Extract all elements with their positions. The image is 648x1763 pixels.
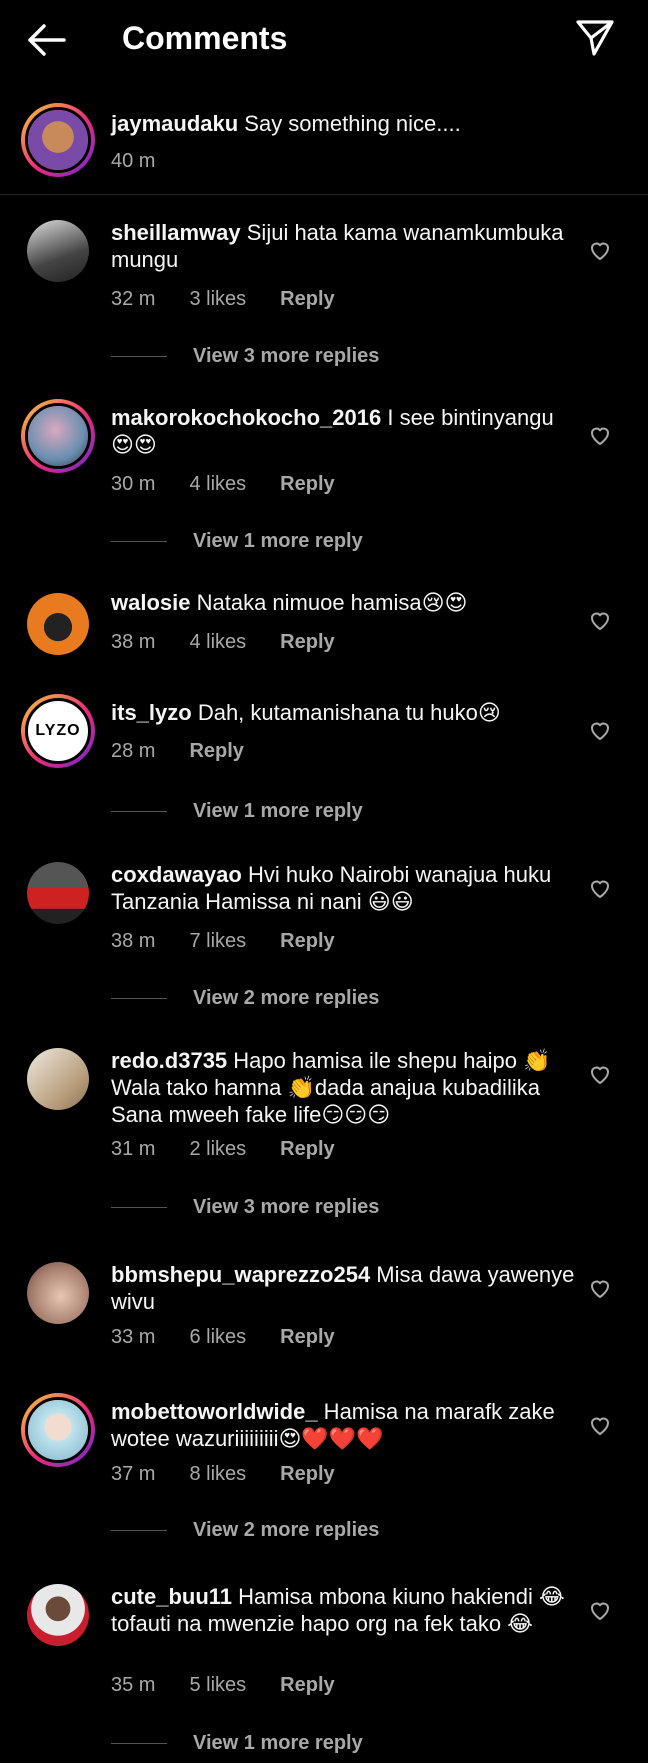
comment-meta: 28 m Reply — [111, 740, 278, 763]
reply-button[interactable]: Reply — [280, 288, 334, 311]
view-replies-button[interactable]: View 2 more replies — [111, 985, 379, 1011]
heart-icon[interactable] — [588, 876, 612, 900]
heart-icon[interactable] — [588, 238, 612, 262]
timestamp: 40 m — [111, 150, 156, 172]
comment-text: makorokochokocho_2016 I see bintinyangu … — [111, 405, 554, 457]
view-replies-button[interactable]: View 1 more reply — [111, 1730, 363, 1756]
avatar[interactable]: LYZO — [21, 694, 95, 768]
divider — [111, 1529, 167, 1531]
page-title: Comments — [122, 20, 288, 56]
divider — [111, 540, 167, 542]
timestamp: 28 m — [111, 740, 156, 762]
timestamp: 38 m — [111, 631, 156, 653]
username[interactable]: its_lyzo — [111, 700, 192, 725]
likes-count[interactable]: 5 likes — [189, 1674, 246, 1697]
divider — [111, 1742, 167, 1744]
timestamp: 37 m — [111, 1463, 156, 1485]
comment-meta: 38 m 4 likes Reply — [111, 631, 369, 654]
heart-icon[interactable] — [588, 1598, 612, 1622]
avatar[interactable] — [27, 593, 89, 655]
top-bar: Comments — [0, 0, 648, 78]
comment-text: redo.d3735 Hapo hamisa ile shepu haipo 👏… — [111, 1048, 551, 1127]
comment-meta: 30 m 4 likes Reply — [111, 473, 369, 496]
comment-text: mobettoworldwide_ Hamisa na marafk zake … — [111, 1399, 555, 1451]
reply-button[interactable]: Reply — [280, 631, 334, 654]
likes-count[interactable]: 3 likes — [189, 288, 246, 311]
divider — [111, 997, 167, 999]
comment-text: bbmshepu_waprezzo254 Misa dawa yawenye w… — [111, 1262, 575, 1314]
heart-icon[interactable] — [588, 1413, 612, 1437]
comment-text: sheillamway Sijui hata kama wanamkumbuka… — [111, 220, 564, 272]
avatar[interactable] — [21, 103, 95, 177]
avatar[interactable] — [21, 399, 95, 473]
username[interactable]: redo.d3735 — [111, 1048, 227, 1073]
view-replies-button[interactable]: View 1 more reply — [111, 528, 363, 554]
likes-count[interactable]: 6 likes — [189, 1326, 246, 1349]
reply-button[interactable]: Reply — [280, 1138, 334, 1161]
avatar[interactable] — [21, 1393, 95, 1467]
caption-meta: 40 m — [111, 150, 189, 173]
comment-text: coxdawayao Hvi huko Nairobi wanajua huku… — [111, 862, 552, 914]
back-arrow-icon[interactable] — [24, 18, 68, 62]
comment-meta: 32 m 3 likes Reply — [111, 288, 369, 311]
reply-button[interactable]: Reply — [280, 1463, 334, 1486]
username[interactable]: sheillamway — [111, 220, 241, 245]
username[interactable]: mobettoworldwide_ — [111, 1399, 318, 1424]
username[interactable]: jaymaudaku — [111, 111, 238, 136]
heart-icon[interactable] — [588, 1062, 612, 1086]
heart-icon[interactable] — [588, 423, 612, 447]
avatar[interactable] — [27, 862, 89, 924]
likes-count[interactable]: 2 likes — [189, 1138, 246, 1161]
comment-meta: 33 m 6 likes Reply — [111, 1326, 369, 1349]
view-replies-button[interactable]: View 3 more replies — [111, 1194, 379, 1220]
username[interactable]: walosie — [111, 590, 190, 615]
heart-icon[interactable] — [588, 608, 612, 632]
timestamp: 31 m — [111, 1138, 156, 1160]
avatar[interactable] — [27, 1584, 89, 1646]
likes-count[interactable]: 4 likes — [189, 473, 246, 496]
comment-text: walosie Nataka nimuoe hamisa😢😍 — [111, 590, 468, 615]
avatar[interactable] — [27, 1048, 89, 1110]
username[interactable]: bbmshepu_waprezzo254 — [111, 1262, 370, 1287]
username[interactable]: makorokochokocho_2016 — [111, 405, 381, 430]
divider — [111, 1206, 167, 1208]
avatar[interactable] — [27, 220, 89, 282]
caption-text: jaymaudaku Say something nice.... — [111, 111, 461, 136]
reply-button[interactable]: Reply — [280, 1326, 334, 1349]
comment-text: cute_buu11 Hamisa mbona kiuno hakiendi 😂… — [111, 1584, 565, 1636]
divider — [111, 355, 167, 357]
reply-button[interactable]: Reply — [280, 930, 334, 953]
divider — [111, 810, 167, 812]
paper-plane-icon[interactable] — [572, 14, 616, 58]
comment-meta: 31 m 2 likes Reply — [111, 1138, 369, 1161]
reply-button[interactable]: Reply — [280, 1674, 334, 1697]
likes-count[interactable]: 7 likes — [189, 930, 246, 953]
comment-meta: 37 m 8 likes Reply — [111, 1463, 369, 1486]
heart-icon[interactable] — [588, 718, 612, 742]
avatar[interactable] — [27, 1262, 89, 1324]
timestamp: 38 m — [111, 930, 156, 952]
heart-icon[interactable] — [588, 1276, 612, 1300]
username[interactable]: coxdawayao — [111, 862, 242, 887]
view-replies-button[interactable]: View 2 more replies — [111, 1517, 379, 1543]
comment-meta: 35 m 5 likes Reply — [111, 1674, 369, 1697]
comment-text: its_lyzo Dah, kutamanishana tu huko😢 — [111, 700, 501, 725]
timestamp: 32 m — [111, 288, 156, 310]
timestamp: 35 m — [111, 1674, 156, 1696]
comment-meta: 38 m 7 likes Reply — [111, 930, 369, 953]
view-replies-button[interactable]: View 3 more replies — [111, 343, 379, 369]
view-replies-button[interactable]: View 1 more reply — [111, 798, 363, 824]
post-caption: jaymaudaku Say something nice.... 40 m — [0, 100, 648, 195]
timestamp: 33 m — [111, 1326, 156, 1348]
reply-button[interactable]: Reply — [189, 740, 243, 763]
likes-count[interactable]: 8 likes — [189, 1463, 246, 1486]
username[interactable]: cute_buu11 — [111, 1584, 232, 1609]
likes-count[interactable]: 4 likes — [189, 631, 246, 654]
avatar-logo-text: LYZO — [35, 722, 81, 739]
reply-button[interactable]: Reply — [280, 473, 334, 496]
timestamp: 30 m — [111, 473, 156, 495]
